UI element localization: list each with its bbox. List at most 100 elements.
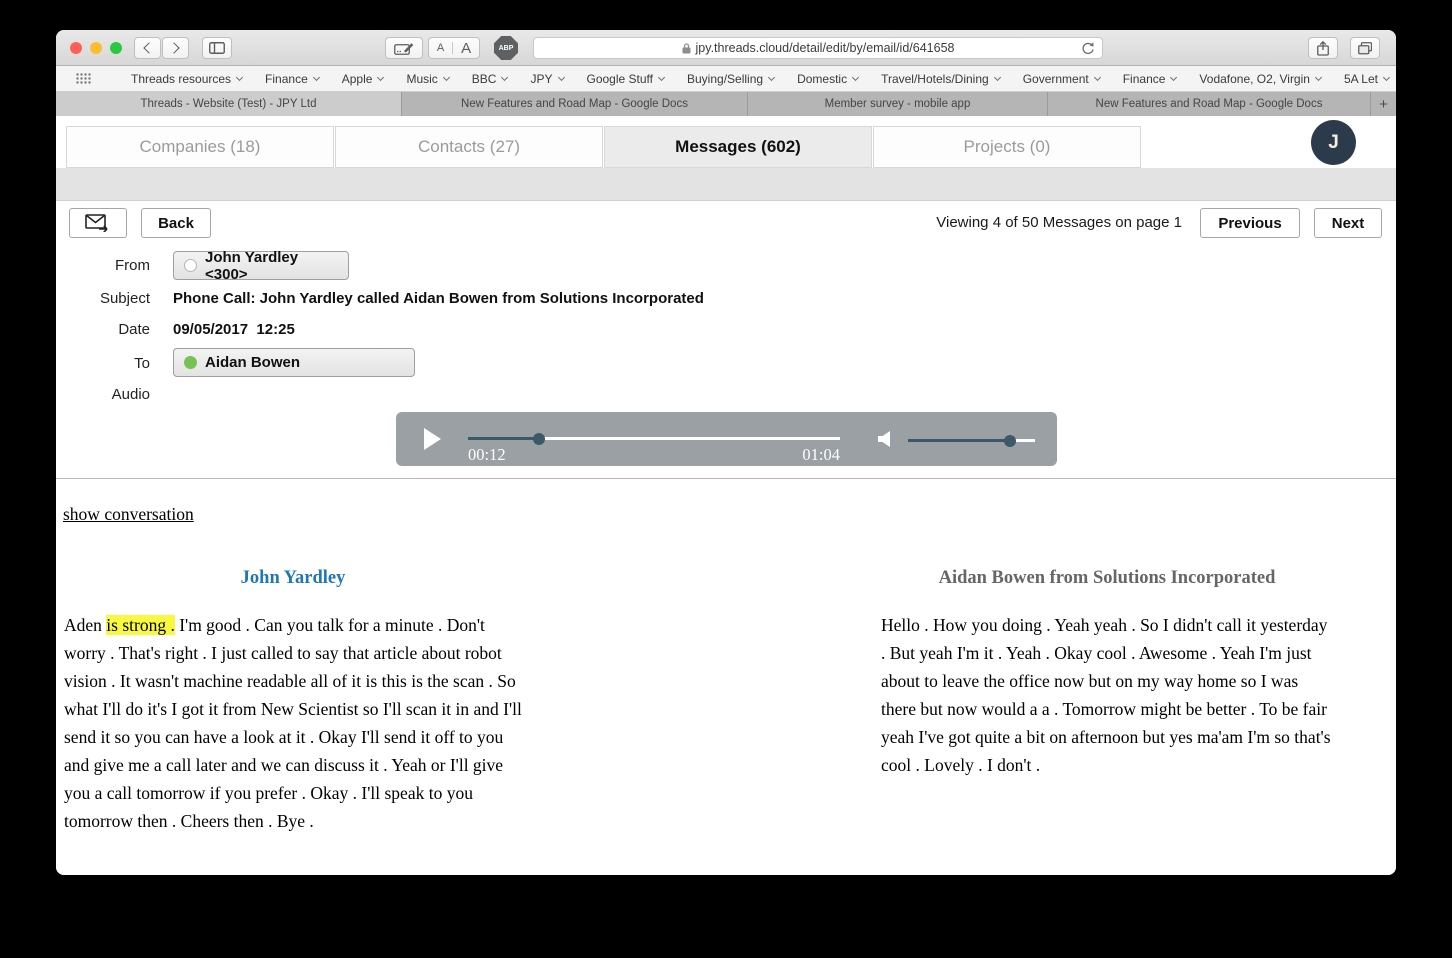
address-bar[interactable]: jpy.threads.cloud/detail/edit/by/email/i… (533, 37, 1103, 59)
decrease-font-button[interactable]: A (429, 42, 454, 54)
chevron-down-icon (377, 73, 385, 81)
increase-font-button[interactable]: A (453, 40, 479, 57)
share-icon (1317, 40, 1329, 56)
audio-label: Audio (111, 386, 150, 403)
forward-email-button[interactable] (69, 208, 127, 238)
tab-companies[interactable]: Companies (18) (66, 126, 334, 168)
transcript-prefix: Aden (64, 615, 107, 635)
to-contact-name: Aidan Bowen (205, 354, 301, 371)
zoom-window-button[interactable] (110, 42, 122, 54)
bookmark-folder-jpy[interactable]: JPY (530, 72, 565, 86)
chevron-down-icon (993, 73, 1001, 81)
seek-slider[interactable] (468, 432, 840, 445)
chevron-down-icon (657, 73, 666, 81)
bookmark-folder-apple[interactable]: Apple (342, 72, 385, 86)
reload-icon (1082, 42, 1094, 55)
avatar[interactable]: J (1311, 120, 1356, 165)
frequently-visited-grid-icon[interactable] (76, 73, 91, 84)
chevron-down-icon (312, 73, 320, 81)
sidebar-toggle-button[interactable] (202, 37, 232, 59)
bookmark-folder-domestic[interactable]: Domestic (797, 72, 860, 86)
volume-thumb[interactable] (1003, 434, 1016, 447)
show-conversation-link[interactable]: show conversation (63, 504, 194, 525)
reload-button[interactable] (1081, 41, 1095, 59)
speaker-icon[interactable] (878, 431, 891, 447)
close-window-button[interactable] (70, 42, 82, 54)
browser-tab-member-survey[interactable]: Member survey - mobile app (748, 92, 1048, 116)
highlighted-phrase: is strong . (106, 615, 175, 635)
callee-name-heading: Aidan Bowen from Solutions Incorporated (938, 568, 1276, 588)
time-value: 12:25 (256, 321, 295, 338)
bookmark-folder-buying-selling[interactable]: Buying/Selling (687, 72, 776, 86)
browser-window: AA ABP jpy.threads.cloud/detail/edit/by/… (56, 30, 1396, 875)
chevron-down-icon (1314, 73, 1322, 81)
browser-back-button[interactable] (134, 37, 161, 59)
bookmark-folder-5a-let[interactable]: 5A Let (1344, 72, 1391, 86)
from-label: From (115, 257, 150, 274)
bookmark-folder-threads-resources[interactable]: Threads resources (131, 72, 244, 86)
from-contact-name: John Yardley <300> (205, 248, 299, 283)
sidebar-icon (209, 42, 225, 54)
subject-value: Phone Call: John Yardley called Aidan Bo… (173, 290, 704, 307)
play-icon[interactable] (424, 428, 441, 450)
minimize-window-button[interactable] (90, 42, 102, 54)
page-content: Companies (18) Contacts (27) Messages (6… (56, 116, 1396, 875)
chevron-down-icon (1382, 73, 1391, 81)
transcript-rest: I'm good . Can you talk for a minute . D… (64, 615, 522, 831)
bookmark-folder-finance[interactable]: Finance (265, 72, 320, 86)
presence-online-icon (184, 356, 197, 369)
previous-button[interactable]: Previous (1200, 208, 1300, 238)
date-label: Date (118, 321, 150, 338)
to-contact-chip[interactable]: Aidan Bowen (173, 348, 415, 377)
chevron-down-icon (768, 73, 776, 81)
bookmark-folder-bbc[interactable]: BBC (472, 72, 509, 86)
time-readout: 00:12 01:04 (468, 445, 840, 465)
bookmark-folder-music[interactable]: Music (406, 72, 450, 86)
caller-transcript-text: Aden is strong . I'm good . Can you talk… (64, 611, 522, 835)
font-size-control[interactable]: AA (428, 37, 480, 59)
elapsed-time: 00:12 (468, 445, 506, 464)
header-divider-band (56, 168, 1396, 201)
new-tab-button[interactable]: + (1371, 92, 1396, 116)
chevron-right-icon (168, 42, 180, 54)
bookmark-folder-travel-hotels-dining[interactable]: Travel/Hotels/Dining (881, 72, 1001, 86)
share-button[interactable] (1308, 37, 1338, 59)
envelope-forward-icon (85, 214, 108, 232)
bookmark-folder-vodafone-o2-virgin[interactable]: Vodafone, O2, Virgin (1199, 72, 1322, 86)
chevron-down-icon (1093, 73, 1101, 81)
callee-transcript-text: Hello . How you doing . Yeah yeah . So I… (881, 615, 1331, 775)
caller-name-heading: John Yardley (240, 568, 346, 588)
tab-projects[interactable]: Projects (0) (873, 126, 1141, 168)
browser-tab-threads[interactable]: Threads - Website (Test) - JPY Ltd (56, 92, 402, 116)
total-duration: 01:04 (802, 445, 840, 464)
from-contact-chip[interactable]: John Yardley <300> (173, 248, 349, 283)
volume-slider[interactable] (908, 434, 1035, 447)
browser-tab-new-features-2[interactable]: New Features and Road Map - Google Docs (1048, 92, 1371, 116)
lock-icon (682, 42, 691, 53)
bookmark-folder-government[interactable]: Government (1023, 72, 1101, 86)
compose-button[interactable] (385, 37, 423, 59)
adblock-icon[interactable]: ABP (494, 36, 518, 60)
seek-thumb[interactable] (532, 432, 545, 445)
browser-tab-new-features-1[interactable]: New Features and Road Map - Google Docs (402, 92, 748, 116)
chevron-down-icon (442, 73, 450, 81)
browser-forward-button[interactable] (162, 37, 189, 59)
callee-transcript-column: Aidan Bowen from Solutions Incorporated … (881, 568, 1333, 779)
tab-messages[interactable]: Messages (602) (604, 126, 872, 168)
tabs-overview-icon (1358, 41, 1372, 54)
next-button[interactable]: Next (1314, 208, 1382, 238)
bookmarks-bar: Threads resources Finance Apple Music BB… (56, 66, 1396, 92)
compose-icon (394, 42, 414, 55)
url-text: jpy.threads.cloud/detail/edit/by/email/i… (695, 41, 955, 55)
caller-transcript-column: John Yardley Aden is strong . I'm good .… (64, 568, 522, 835)
show-tabs-button[interactable] (1350, 37, 1380, 59)
date-value: 09/05/2017 12:25 (173, 321, 295, 338)
seek-progress (468, 437, 539, 440)
bookmark-folder-google-stuff[interactable]: Google Stuff (587, 72, 666, 86)
bookmark-folder-finance-2[interactable]: Finance (1123, 72, 1178, 86)
back-button[interactable]: Back (141, 208, 211, 238)
tab-contacts[interactable]: Contacts (27) (335, 126, 603, 168)
chevron-down-icon (501, 73, 509, 81)
chevron-down-icon (557, 73, 565, 81)
volume-level (908, 439, 1010, 442)
